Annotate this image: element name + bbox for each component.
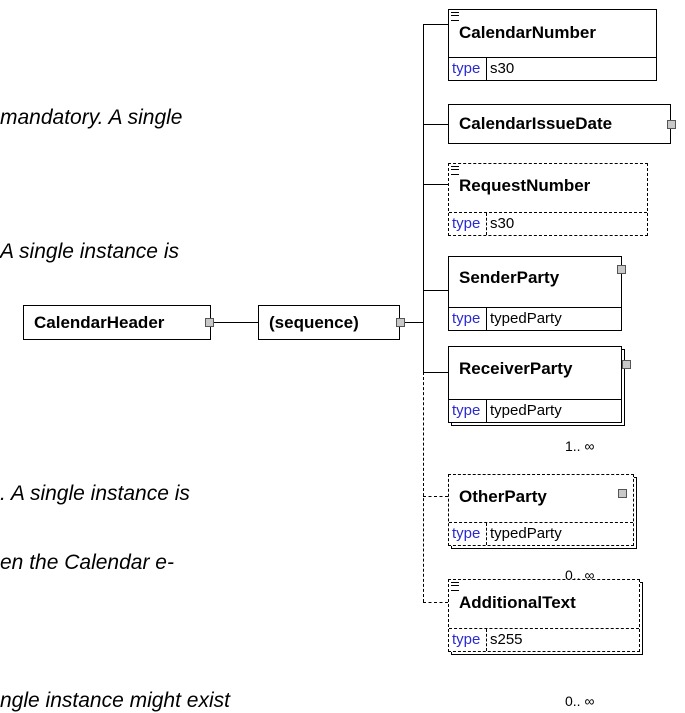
type-value: typedParty xyxy=(490,310,562,327)
type-row: type s30 xyxy=(449,57,656,80)
type-key[interactable]: type xyxy=(449,629,487,651)
element-name: CalendarIssueDate xyxy=(459,114,613,133)
type-value: typedParty xyxy=(490,525,562,542)
element-senderparty[interactable]: SenderParty type typedParty xyxy=(448,256,622,331)
description-fragment-2: A single instance is xyxy=(0,240,179,263)
sequence-label: (sequence) xyxy=(269,313,359,332)
type-key[interactable]: type xyxy=(449,523,487,545)
type-value: s30 xyxy=(490,215,515,232)
root-to-sequence-line xyxy=(214,322,258,323)
element-name: CalendarNumber xyxy=(459,23,596,42)
tree-trunk-solid xyxy=(423,24,424,372)
element-additionaltext[interactable]: AdditionalText type s255 xyxy=(448,579,640,652)
type-value: s255 xyxy=(490,631,523,648)
element-name: RequestNumber xyxy=(459,176,591,195)
branch-calendarnumber xyxy=(423,24,448,25)
sequence-compositor[interactable]: (sequence) xyxy=(258,305,400,340)
type-key[interactable]: type xyxy=(449,58,487,80)
calendarissuedate-expand-connector[interactable] xyxy=(667,120,676,129)
element-name: OtherParty xyxy=(459,487,547,506)
receiverparty-cardinality: 1.. ∞ xyxy=(565,438,595,454)
description-fragment-4: en the Calendar e- xyxy=(0,551,174,574)
tree-trunk-dashed xyxy=(423,372,424,602)
sequence-expand-connector[interactable] xyxy=(396,318,405,327)
element-calendarissuedate[interactable]: CalendarIssueDate xyxy=(448,104,671,144)
type-row: type typedParty xyxy=(449,307,621,330)
senderparty-expand-connector[interactable] xyxy=(617,265,626,274)
root-expand-connector[interactable] xyxy=(205,318,214,327)
element-receiverparty[interactable]: ReceiverParty type typedParty xyxy=(448,346,622,423)
type-value: typedParty xyxy=(490,402,562,419)
element-otherparty[interactable]: OtherParty type typedParty xyxy=(448,474,634,546)
type-row: type s255 xyxy=(449,628,639,651)
type-value: s30 xyxy=(490,60,515,77)
root-element-box[interactable]: CalendarHeader xyxy=(23,305,211,340)
element-name: ReceiverParty xyxy=(459,359,573,378)
type-key[interactable]: type xyxy=(449,308,487,330)
description-fragment-1: mandatory. A single xyxy=(0,106,183,129)
type-key[interactable]: type xyxy=(449,213,487,235)
type-key[interactable]: type xyxy=(449,400,487,422)
branch-senderparty xyxy=(423,290,448,291)
branch-additionaltext xyxy=(423,602,448,603)
type-row: type typedParty xyxy=(449,522,633,545)
otherparty-expand-connector[interactable] xyxy=(618,489,627,498)
root-element-name: CalendarHeader xyxy=(34,313,165,332)
type-row: type typedParty xyxy=(449,399,621,422)
element-name: SenderParty xyxy=(459,268,560,287)
sequence-out-line xyxy=(405,322,423,323)
element-calendarnumber[interactable]: CalendarNumber type s30 xyxy=(448,9,657,81)
description-fragment-3: . A single instance is xyxy=(0,482,190,505)
branch-calendarissuedate xyxy=(423,124,448,125)
element-name: AdditionalText xyxy=(459,593,576,612)
branch-receiverparty xyxy=(423,372,448,373)
branch-otherparty xyxy=(423,496,448,497)
additionaltext-cardinality: 0.. ∞ xyxy=(565,693,595,709)
description-fragment-5: ngle instance might exist xyxy=(0,689,230,712)
branch-requestnumber xyxy=(423,184,448,185)
element-requestnumber[interactable]: RequestNumber type s30 xyxy=(448,163,648,236)
receiverparty-expand-connector[interactable] xyxy=(622,360,631,369)
type-row: type s30 xyxy=(449,212,647,235)
